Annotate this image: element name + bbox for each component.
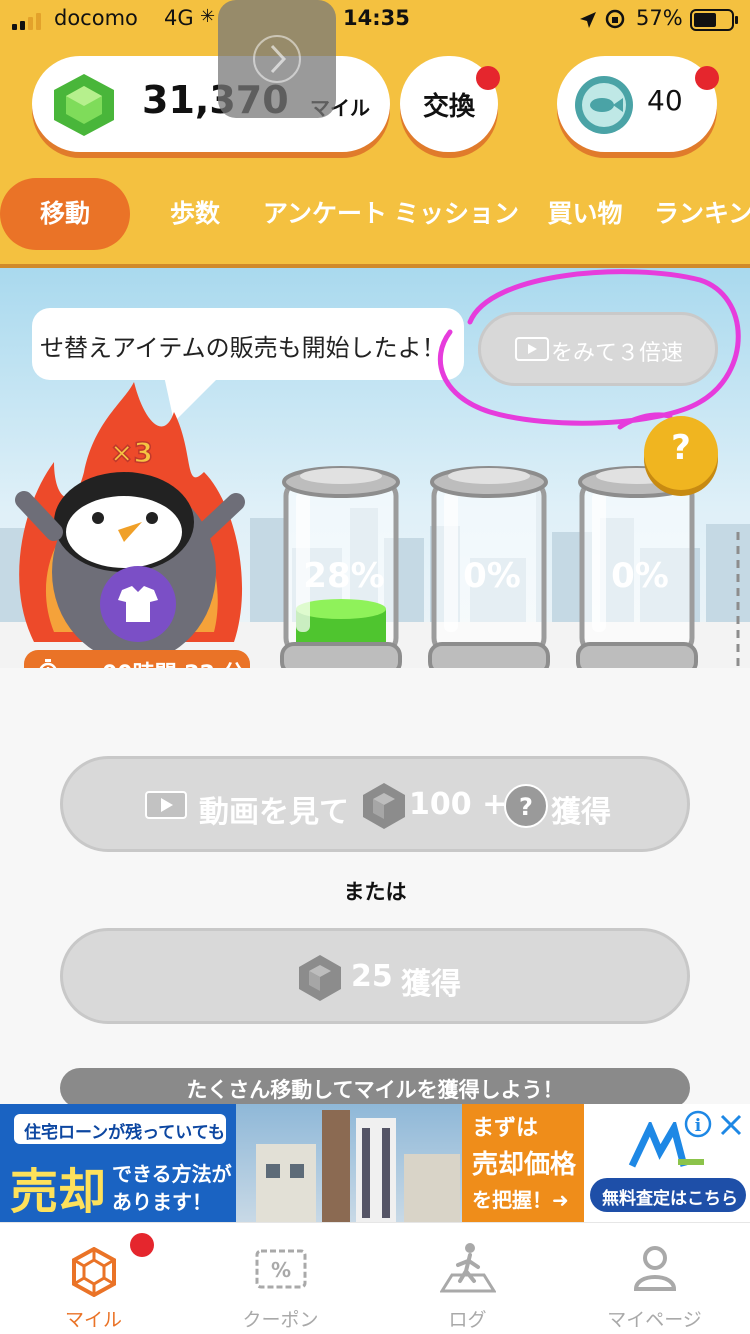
- gem-outline-icon: [72, 1247, 116, 1297]
- jar-3-percent: 0%: [611, 556, 669, 596]
- battery-icon: [690, 9, 738, 31]
- svg-text:%: %: [271, 1258, 291, 1282]
- gem-icon: [54, 74, 114, 136]
- signal-bar-icon: [20, 21, 25, 30]
- loading-icon: ✳: [200, 6, 216, 27]
- carrier-name: docomo: [54, 6, 138, 30]
- earn-miles-button[interactable]: 25 獲得: [60, 928, 690, 1024]
- ad-right-panel: 無料査定はこちら i: [584, 1104, 750, 1222]
- tab-move[interactable]: 移動: [0, 178, 130, 250]
- ad-big-text: 売却: [10, 1164, 107, 1220]
- coupon-icon: %: [255, 1249, 307, 1289]
- exchange-label: 交換: [422, 92, 475, 122]
- signal-bar-icon: [28, 17, 33, 30]
- ad-orange-panel: まずは 売却価格 を把握！➜: [462, 1104, 584, 1222]
- annotation-circle: [437, 269, 741, 430]
- tab-mission[interactable]: ミッション: [394, 178, 519, 250]
- ad-text-3: まずは: [472, 1116, 539, 1141]
- miles-balance[interactable]: 31,370 マイル: [32, 56, 390, 152]
- ad-building-image: [236, 1104, 462, 1222]
- nav-log-label: ログ: [448, 1309, 487, 1331]
- notification-dot: [476, 66, 500, 90]
- nav-coupon-label: クーポン: [242, 1309, 319, 1331]
- notification-dot: [695, 66, 719, 90]
- person-icon: [633, 1246, 677, 1291]
- jar-2-percent: 0%: [463, 556, 521, 596]
- video-button-prefix: 動画を見て: [199, 795, 349, 830]
- fish-coin-icon: [575, 76, 633, 134]
- exchange-button[interactable]: 交換: [400, 56, 500, 152]
- fish-coin-count: 40: [647, 84, 683, 117]
- jar-lid-top: [300, 468, 382, 484]
- nav-coupon[interactable]: % クーポン: [187, 1223, 374, 1334]
- speech-bubble-text: せ替えアイテムの販売も開始したよ！: [40, 334, 446, 362]
- nav-miles[interactable]: マイル: [0, 1223, 187, 1334]
- tab-shopping[interactable]: 買い物: [538, 178, 632, 250]
- svg-text:i: i: [695, 1116, 702, 1136]
- forward-overlay-button[interactable]: [218, 0, 336, 118]
- nav-log[interactable]: ログ: [374, 1223, 561, 1334]
- hint-banner: たくさん移動してマイルを獲得しよう！: [60, 1068, 690, 1108]
- status-bar: docomo 4G ✳ 14:35 57%: [0, 0, 750, 40]
- penguin-character[interactable]: ×3: [14, 382, 254, 662]
- watch-video-earn-button[interactable]: 動画を見て 100 + ? 獲得: [60, 756, 690, 852]
- nav-mypage[interactable]: マイページ: [561, 1223, 748, 1334]
- notification-dot: [130, 1233, 154, 1257]
- jar-1-percent: 28%: [303, 556, 385, 596]
- category-tabs: 移動 歩数 アンケート ミッション 買い物 ランキング: [0, 178, 750, 250]
- ad-info-icon[interactable]: i: [684, 1110, 712, 1138]
- signal-bar-icon: [12, 24, 17, 30]
- location-arrow-icon: [580, 12, 596, 28]
- chevron-right-icon: [253, 35, 301, 83]
- help-button[interactable]: ?: [644, 416, 718, 490]
- or-label: または: [343, 880, 407, 904]
- bottom-navigation: マイル % クーポン ログ マイページ: [0, 1222, 750, 1334]
- signal-bar-icon: [36, 13, 41, 30]
- network-type: 4G: [164, 6, 194, 30]
- ad-text-2: あります！: [112, 1190, 212, 1214]
- hint-text: たくさん移動してマイルを獲得しよう！: [186, 1078, 564, 1102]
- ad-text-5: を把握！➜: [472, 1188, 569, 1212]
- tab-survey[interactable]: アンケート: [262, 178, 388, 250]
- earn-button-suffix: 獲得: [401, 967, 461, 1002]
- question-coin-icon: ?: [504, 784, 548, 828]
- ad-left-panel: 住宅ローンが残っていても 売却 できる方法が あります！: [0, 1104, 236, 1222]
- video-button-suffix: 獲得: [551, 795, 611, 830]
- earn-button-amount: 25: [351, 959, 393, 994]
- walker-log-icon: [440, 1243, 496, 1293]
- fish-coin-balance[interactable]: 40: [557, 56, 719, 152]
- ad-banner[interactable]: 住宅ローンが残っていても 売却 できる方法が あります！ まずは 売却価格 を把…: [0, 1104, 750, 1222]
- tab-steps[interactable]: 歩数: [150, 178, 240, 250]
- ad-cta: 無料査定はこちら: [602, 1189, 738, 1209]
- header: docomo 4G ✳ 14:35 57% 31,370 マイル 交換 40 移…: [0, 0, 750, 268]
- battery-percent: 57%: [636, 6, 683, 30]
- gem-gray-icon: [299, 955, 341, 1001]
- clock: 14:35: [343, 6, 410, 30]
- film-icon: [145, 791, 187, 819]
- nav-miles-label: マイル: [64, 1309, 122, 1331]
- gem-gray-icon: [363, 783, 405, 829]
- multiplier-label: ×3: [110, 436, 153, 469]
- nav-mypage-label: マイページ: [607, 1309, 702, 1331]
- svg-text:?: ?: [519, 793, 533, 821]
- tab-ranking[interactable]: ランキング: [654, 178, 750, 250]
- ad-text-4: 売却価格: [472, 1150, 577, 1180]
- ad-close-icon[interactable]: [718, 1112, 744, 1138]
- ad-headline: 住宅ローンが残っていても: [24, 1123, 225, 1143]
- next-jar-outline: [730, 532, 740, 690]
- speech-bubble: せ替えアイテムの販売も開始したよ！: [32, 308, 464, 422]
- question-icon: ?: [671, 428, 691, 468]
- jar-lid-top: [448, 468, 530, 484]
- ad-text-1: できる方法が: [112, 1162, 232, 1186]
- video-button-amount: 100 +: [409, 787, 508, 822]
- orientation-lock-icon: [605, 9, 625, 29]
